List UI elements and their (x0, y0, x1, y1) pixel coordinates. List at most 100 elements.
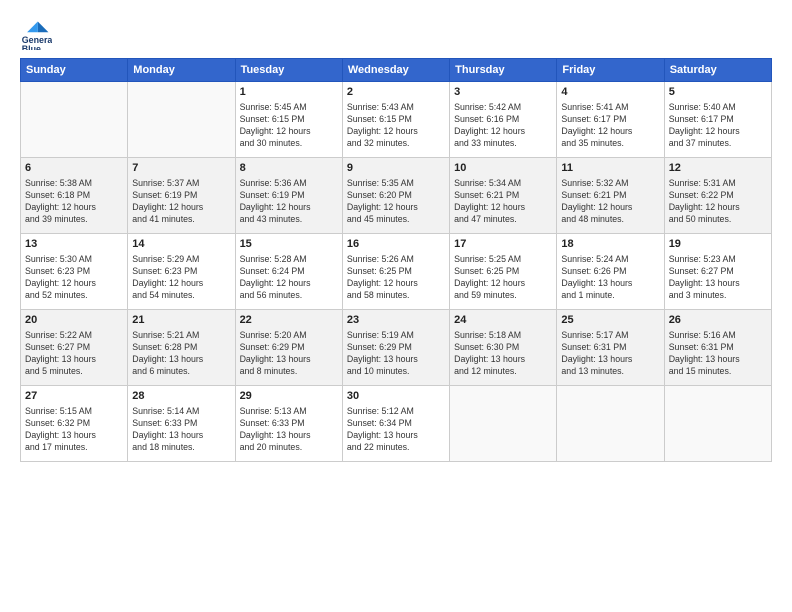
weekday-header-cell: Wednesday (342, 59, 449, 82)
calendar-day-cell: 15Sunrise: 5:28 AM Sunset: 6:24 PM Dayli… (235, 234, 342, 310)
day-number: 11 (561, 161, 659, 176)
calendar-week-row: 13Sunrise: 5:30 AM Sunset: 6:23 PM Dayli… (21, 234, 772, 310)
day-info: Sunrise: 5:18 AM Sunset: 6:30 PM Dayligh… (454, 329, 552, 378)
calendar-day-cell: 5Sunrise: 5:40 AM Sunset: 6:17 PM Daylig… (664, 82, 771, 158)
day-info: Sunrise: 5:22 AM Sunset: 6:27 PM Dayligh… (25, 329, 123, 378)
day-number: 3 (454, 85, 552, 100)
day-info: Sunrise: 5:16 AM Sunset: 6:31 PM Dayligh… (669, 329, 767, 378)
calendar-day-cell: 7Sunrise: 5:37 AM Sunset: 6:19 PM Daylig… (128, 158, 235, 234)
calendar-day-cell: 14Sunrise: 5:29 AM Sunset: 6:23 PM Dayli… (128, 234, 235, 310)
calendar-day-cell: 23Sunrise: 5:19 AM Sunset: 6:29 PM Dayli… (342, 310, 449, 386)
calendar-week-row: 1Sunrise: 5:45 AM Sunset: 6:15 PM Daylig… (21, 82, 772, 158)
day-number: 9 (347, 161, 445, 176)
day-number: 28 (132, 389, 230, 404)
day-info: Sunrise: 5:37 AM Sunset: 6:19 PM Dayligh… (132, 177, 230, 226)
day-info: Sunrise: 5:36 AM Sunset: 6:19 PM Dayligh… (240, 177, 338, 226)
weekday-header-cell: Friday (557, 59, 664, 82)
day-number: 13 (25, 237, 123, 252)
day-info: Sunrise: 5:13 AM Sunset: 6:33 PM Dayligh… (240, 405, 338, 454)
day-number: 19 (669, 237, 767, 252)
day-info: Sunrise: 5:41 AM Sunset: 6:17 PM Dayligh… (561, 101, 659, 150)
day-number: 4 (561, 85, 659, 100)
day-number: 17 (454, 237, 552, 252)
calendar-day-cell: 12Sunrise: 5:31 AM Sunset: 6:22 PM Dayli… (664, 158, 771, 234)
calendar-week-row: 20Sunrise: 5:22 AM Sunset: 6:27 PM Dayli… (21, 310, 772, 386)
calendar-day-cell: 9Sunrise: 5:35 AM Sunset: 6:20 PM Daylig… (342, 158, 449, 234)
calendar-day-cell: 27Sunrise: 5:15 AM Sunset: 6:32 PM Dayli… (21, 386, 128, 462)
logo: General Blue (20, 18, 56, 50)
day-info: Sunrise: 5:45 AM Sunset: 6:15 PM Dayligh… (240, 101, 338, 150)
day-number: 1 (240, 85, 338, 100)
calendar-day-cell: 1Sunrise: 5:45 AM Sunset: 6:15 PM Daylig… (235, 82, 342, 158)
day-info: Sunrise: 5:42 AM Sunset: 6:16 PM Dayligh… (454, 101, 552, 150)
calendar-day-cell: 29Sunrise: 5:13 AM Sunset: 6:33 PM Dayli… (235, 386, 342, 462)
day-info: Sunrise: 5:35 AM Sunset: 6:20 PM Dayligh… (347, 177, 445, 226)
day-info: Sunrise: 5:31 AM Sunset: 6:22 PM Dayligh… (669, 177, 767, 226)
calendar-day-cell (450, 386, 557, 462)
calendar-day-cell: 28Sunrise: 5:14 AM Sunset: 6:33 PM Dayli… (128, 386, 235, 462)
calendar-day-cell: 11Sunrise: 5:32 AM Sunset: 6:21 PM Dayli… (557, 158, 664, 234)
day-number: 23 (347, 313, 445, 328)
calendar-day-cell: 4Sunrise: 5:41 AM Sunset: 6:17 PM Daylig… (557, 82, 664, 158)
day-number: 7 (132, 161, 230, 176)
calendar-day-cell: 17Sunrise: 5:25 AM Sunset: 6:25 PM Dayli… (450, 234, 557, 310)
calendar-page: General Blue SundayMondayTuesdayWednesda… (0, 0, 792, 612)
day-info: Sunrise: 5:20 AM Sunset: 6:29 PM Dayligh… (240, 329, 338, 378)
calendar-week-row: 27Sunrise: 5:15 AM Sunset: 6:32 PM Dayli… (21, 386, 772, 462)
day-info: Sunrise: 5:43 AM Sunset: 6:15 PM Dayligh… (347, 101, 445, 150)
weekday-header-cell: Thursday (450, 59, 557, 82)
day-info: Sunrise: 5:34 AM Sunset: 6:21 PM Dayligh… (454, 177, 552, 226)
calendar-day-cell (557, 386, 664, 462)
day-number: 26 (669, 313, 767, 328)
day-number: 6 (25, 161, 123, 176)
day-info: Sunrise: 5:30 AM Sunset: 6:23 PM Dayligh… (25, 253, 123, 302)
day-number: 24 (454, 313, 552, 328)
calendar-day-cell: 24Sunrise: 5:18 AM Sunset: 6:30 PM Dayli… (450, 310, 557, 386)
day-number: 5 (669, 85, 767, 100)
day-info: Sunrise: 5:19 AM Sunset: 6:29 PM Dayligh… (347, 329, 445, 378)
header: General Blue (20, 18, 772, 50)
day-number: 8 (240, 161, 338, 176)
day-number: 27 (25, 389, 123, 404)
weekday-header-cell: Tuesday (235, 59, 342, 82)
calendar-day-cell: 19Sunrise: 5:23 AM Sunset: 6:27 PM Dayli… (664, 234, 771, 310)
day-number: 25 (561, 313, 659, 328)
calendar-day-cell: 18Sunrise: 5:24 AM Sunset: 6:26 PM Dayli… (557, 234, 664, 310)
day-info: Sunrise: 5:32 AM Sunset: 6:21 PM Dayligh… (561, 177, 659, 226)
calendar-day-cell: 13Sunrise: 5:30 AM Sunset: 6:23 PM Dayli… (21, 234, 128, 310)
svg-text:Blue: Blue (22, 44, 41, 50)
weekday-header-cell: Monday (128, 59, 235, 82)
day-number: 10 (454, 161, 552, 176)
calendar-day-cell: 10Sunrise: 5:34 AM Sunset: 6:21 PM Dayli… (450, 158, 557, 234)
calendar-table: SundayMondayTuesdayWednesdayThursdayFrid… (20, 58, 772, 462)
calendar-day-cell: 16Sunrise: 5:26 AM Sunset: 6:25 PM Dayli… (342, 234, 449, 310)
day-number: 2 (347, 85, 445, 100)
day-number: 20 (25, 313, 123, 328)
calendar-day-cell: 26Sunrise: 5:16 AM Sunset: 6:31 PM Dayli… (664, 310, 771, 386)
calendar-day-cell: 6Sunrise: 5:38 AM Sunset: 6:18 PM Daylig… (21, 158, 128, 234)
day-number: 29 (240, 389, 338, 404)
calendar-day-cell: 22Sunrise: 5:20 AM Sunset: 6:29 PM Dayli… (235, 310, 342, 386)
day-number: 21 (132, 313, 230, 328)
day-number: 15 (240, 237, 338, 252)
day-info: Sunrise: 5:21 AM Sunset: 6:28 PM Dayligh… (132, 329, 230, 378)
day-number: 14 (132, 237, 230, 252)
calendar-day-cell: 25Sunrise: 5:17 AM Sunset: 6:31 PM Dayli… (557, 310, 664, 386)
day-info: Sunrise: 5:38 AM Sunset: 6:18 PM Dayligh… (25, 177, 123, 226)
calendar-day-cell: 2Sunrise: 5:43 AM Sunset: 6:15 PM Daylig… (342, 82, 449, 158)
calendar-day-cell: 20Sunrise: 5:22 AM Sunset: 6:27 PM Dayli… (21, 310, 128, 386)
day-info: Sunrise: 5:29 AM Sunset: 6:23 PM Dayligh… (132, 253, 230, 302)
calendar-day-cell (128, 82, 235, 158)
day-info: Sunrise: 5:25 AM Sunset: 6:25 PM Dayligh… (454, 253, 552, 302)
day-info: Sunrise: 5:24 AM Sunset: 6:26 PM Dayligh… (561, 253, 659, 302)
calendar-day-cell (664, 386, 771, 462)
calendar-day-cell: 21Sunrise: 5:21 AM Sunset: 6:28 PM Dayli… (128, 310, 235, 386)
day-number: 18 (561, 237, 659, 252)
calendar-day-cell: 30Sunrise: 5:12 AM Sunset: 6:34 PM Dayli… (342, 386, 449, 462)
day-info: Sunrise: 5:15 AM Sunset: 6:32 PM Dayligh… (25, 405, 123, 454)
weekday-header-cell: Sunday (21, 59, 128, 82)
day-info: Sunrise: 5:40 AM Sunset: 6:17 PM Dayligh… (669, 101, 767, 150)
day-info: Sunrise: 5:23 AM Sunset: 6:27 PM Dayligh… (669, 253, 767, 302)
day-info: Sunrise: 5:12 AM Sunset: 6:34 PM Dayligh… (347, 405, 445, 454)
calendar-body: 1Sunrise: 5:45 AM Sunset: 6:15 PM Daylig… (21, 82, 772, 462)
